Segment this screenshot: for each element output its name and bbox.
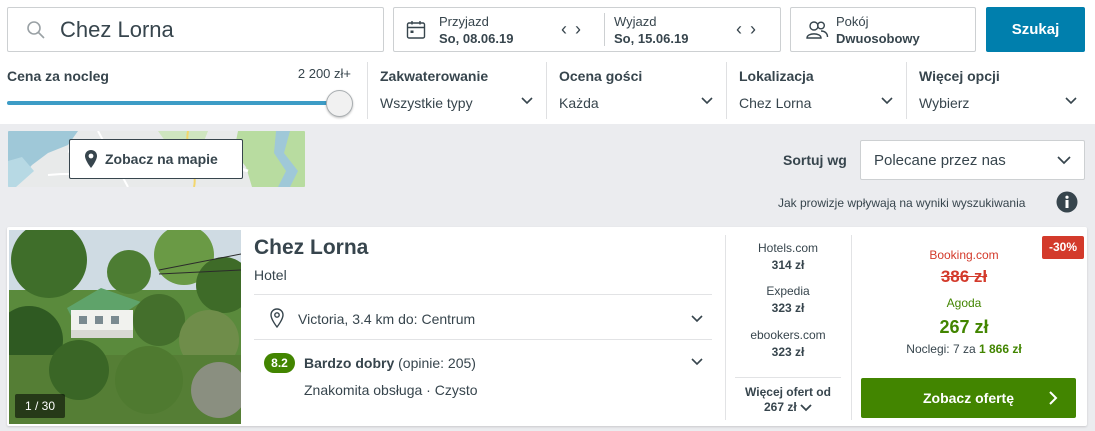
offer-item[interactable]: Hotels.com 314 zł xyxy=(725,241,851,272)
chevron-down-icon xyxy=(1057,156,1071,165)
nights-total: 1 866 zł xyxy=(979,342,1022,356)
photo-counter: 1 / 30 xyxy=(15,394,65,418)
offer-source: ebookers.com xyxy=(750,328,826,342)
search-header: Przyjazd So, 08.06.19 ‹› Wyjazd So, 15.0… xyxy=(0,0,1095,124)
chevron-down-icon xyxy=(1065,97,1077,105)
rating-highlights: Znakomita obsługa · Czysto xyxy=(304,382,478,398)
other-offers: Hotels.com 314 zł Expedia 323 zł ebooker… xyxy=(725,227,851,426)
hotel-type: Hotel xyxy=(254,267,287,283)
rating-label: Bardzo dobry xyxy=(304,355,395,371)
best-deal-source[interactable]: Agoda xyxy=(851,296,1077,310)
date-picker[interactable]: Przyjazd So, 08.06.19 ‹› Wyjazd So, 15.0… xyxy=(393,7,781,52)
accommodation-filter-value: Wszystkie typy xyxy=(380,95,473,111)
checkout-label: Wyjazd xyxy=(614,14,657,29)
checkin-prev-arrow[interactable]: ‹ xyxy=(561,19,575,40)
guest-rating-filter[interactable]: Ocena gości Każda xyxy=(546,62,725,119)
more-options-filter-title: Więcej opcji xyxy=(919,68,1000,84)
checkout-next-arrow[interactable]: › xyxy=(750,19,764,40)
more-offers-button[interactable]: Więcej ofert od 267 zł xyxy=(725,385,851,415)
chevron-right-icon xyxy=(1049,391,1058,405)
guest-rating-filter-title: Ocena gości xyxy=(559,68,643,84)
chevron-down-icon xyxy=(881,97,893,105)
checkin-next-arrow[interactable]: › xyxy=(575,19,589,40)
sort-value: Polecane przez nas xyxy=(874,152,1006,169)
best-deal-price: 267 zł xyxy=(939,317,989,337)
location-pin-icon xyxy=(270,308,284,328)
price-slider-handle[interactable] xyxy=(326,90,353,117)
nights-text: Noclegi: 7 za xyxy=(906,342,976,356)
view-on-map-button[interactable]: Zobacz na mapie xyxy=(69,139,243,179)
rating-count: (opinie: 205) xyxy=(398,355,476,371)
checkout-value: So, 15.06.19 xyxy=(614,31,689,46)
strike-price-source[interactable]: Booking.com xyxy=(851,248,1077,262)
more-offers-price: 267 zł xyxy=(763,400,797,414)
checkin-label: Przyjazd xyxy=(439,14,489,29)
offer-source: Hotels.com xyxy=(757,241,819,255)
view-deal-label: Zobacz ofertę xyxy=(922,390,1014,406)
offer-item[interactable]: Expedia 323 zł xyxy=(725,284,851,315)
sort-dropdown[interactable]: Polecane przez nas xyxy=(860,140,1085,180)
more-options-filter[interactable]: Więcej opcji Wybierz xyxy=(906,62,1089,119)
checkin-arrows: ‹› xyxy=(561,19,589,40)
checkout-arrows: ‹› xyxy=(736,19,764,40)
offer-price: 323 zł xyxy=(771,301,805,315)
location-filter[interactable]: Lokalizacja Chez Lorna xyxy=(726,62,905,119)
price-filter-title: Cena za nocleg xyxy=(7,68,109,84)
accommodation-filter-title: Zakwaterowanie xyxy=(380,68,489,84)
commission-info-text[interactable]: Jak prowizje wpływają na wyniki wyszukiw… xyxy=(778,196,1025,210)
guests-icon xyxy=(806,21,829,39)
chevron-down-icon xyxy=(521,97,533,105)
more-offers-price-row: 267 zł xyxy=(725,400,851,415)
divider xyxy=(254,294,712,295)
hotel-name[interactable]: Chez Lorna xyxy=(254,236,368,260)
search-icon xyxy=(27,21,45,39)
chevron-down-icon[interactable] xyxy=(691,315,703,323)
calendar-icon xyxy=(406,21,426,39)
view-deal-button[interactable]: Zobacz ofertę xyxy=(861,378,1076,418)
hotel-result-card[interactable]: 1 / 30 Chez Lorna Hotel Victoria, 3.4 km… xyxy=(7,227,1087,426)
rooms-value: Dwuosobowy xyxy=(836,31,920,46)
chevron-down-icon xyxy=(701,97,713,105)
sort-label: Sortuj wg xyxy=(783,152,847,168)
price-filter: Cena za nocleg 2 200 zł+ xyxy=(7,62,354,117)
total-stay-price: Noclegi: 7 za 1 866 zł xyxy=(851,342,1077,356)
checkin-date[interactable]: Przyjazd So, 08.06.19 ‹› xyxy=(439,8,599,51)
more-options-filter-value: Wybierz xyxy=(919,95,970,111)
offer-item[interactable]: ebookers.com 323 zł xyxy=(725,328,851,359)
rating-summary[interactable]: Bardzo dobry (opinie: 205) xyxy=(304,355,476,371)
map-pin-icon xyxy=(85,150,97,168)
search-input[interactable] xyxy=(60,14,370,46)
price-slider-track[interactable] xyxy=(7,101,341,105)
chevron-down-icon xyxy=(800,404,812,412)
info-icon[interactable] xyxy=(1056,191,1078,213)
hotel-photo[interactable]: 1 / 30 xyxy=(9,230,241,424)
divider xyxy=(735,377,841,378)
offer-price: 314 zł xyxy=(771,258,805,272)
chevron-down-icon[interactable] xyxy=(691,358,703,366)
checkout-date[interactable]: Wyjazd So, 15.06.19 ‹› xyxy=(614,8,774,51)
view-on-map-label: Zobacz na mapie xyxy=(105,151,218,167)
location-filter-value: Chez Lorna xyxy=(739,95,812,111)
more-offers-label: Więcej ofert od xyxy=(745,385,831,399)
search-button[interactable]: Szukaj xyxy=(986,7,1085,52)
location-filter-title: Lokalizacja xyxy=(739,68,814,84)
divider xyxy=(254,339,712,340)
strike-price: 386 zł xyxy=(940,267,988,286)
offer-price: 323 zł xyxy=(771,345,805,359)
room-selector[interactable]: Pokój Dwuosobowy xyxy=(790,7,976,52)
date-divider xyxy=(604,13,605,46)
rooms-label: Pokój xyxy=(836,14,869,29)
rating-score-badge: 8.2 xyxy=(264,353,295,373)
hotel-location[interactable]: Victoria, 3.4 km do: Centrum xyxy=(298,311,475,327)
price-filter-max: 2 200 zł+ xyxy=(297,66,351,81)
guest-rating-filter-value: Każda xyxy=(559,95,599,111)
checkout-prev-arrow[interactable]: ‹ xyxy=(736,19,750,40)
destination-search[interactable] xyxy=(7,7,384,52)
offer-source: Expedia xyxy=(766,284,810,298)
accommodation-filter[interactable]: Zakwaterowanie Wszystkie typy xyxy=(367,62,545,119)
checkin-value: So, 08.06.19 xyxy=(439,31,514,46)
